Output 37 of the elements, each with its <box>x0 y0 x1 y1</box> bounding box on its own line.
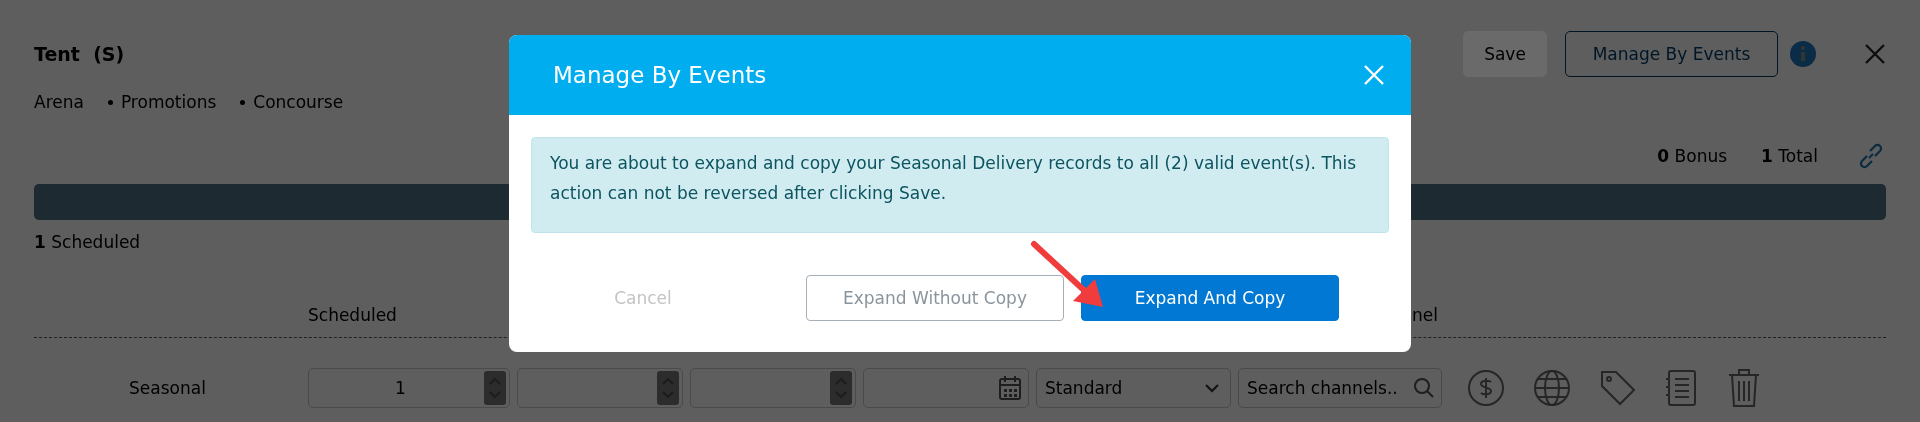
quantity-field[interactable]: 1 <box>308 368 510 408</box>
spinner-icon[interactable] <box>657 371 679 405</box>
page-title: Tent (S) <box>34 43 126 65</box>
scheduled-count: 1 Scheduled <box>34 232 142 254</box>
expand-and-copy-button[interactable]: Expand And Copy <box>1081 275 1339 321</box>
trash-icon[interactable] <box>1727 368 1761 408</box>
summary-stat: 0 Bonus <box>1657 146 1728 166</box>
chevron-down-icon <box>1204 383 1220 393</box>
cancel-button[interactable]: Cancel <box>587 275 699 321</box>
alert-message: You are about to expand and copy your Seasonal Delivery records to all (2) valid event(s). This action can not be reversed after clicking Save. <box>531 137 1389 233</box>
calendar-icon[interactable] <box>998 375 1022 401</box>
dollar-icon[interactable] <box>1467 369 1505 407</box>
spinner-icon[interactable] <box>484 371 506 405</box>
date-field[interactable] <box>863 368 1029 408</box>
summary-stat: 1 Total <box>1761 146 1818 166</box>
column-header: nel <box>1412 305 1438 325</box>
row-label: Seasonal <box>128 378 207 398</box>
type-select[interactable]: Standard <box>1036 368 1231 408</box>
breadcrumb-item[interactable]: Concourse <box>240 92 344 112</box>
search-icon <box>1413 377 1435 399</box>
manage-events-button[interactable]: Manage By Events <box>1565 31 1778 77</box>
info-icon[interactable] <box>1790 41 1816 67</box>
link-icon[interactable] <box>1858 143 1884 169</box>
expand-without-copy-button[interactable]: Expand Without Copy <box>806 275 1064 321</box>
column-header: Scheduled <box>308 305 398 325</box>
save-button[interactable]: Save <box>1463 31 1547 77</box>
tag-icon[interactable] <box>1599 369 1637 407</box>
number-field[interactable] <box>690 368 856 408</box>
close-icon[interactable] <box>1864 43 1886 65</box>
channel-search-field[interactable]: Search channels.. <box>1238 368 1442 408</box>
breadcrumb-item[interactable]: Promotions <box>107 92 217 112</box>
modal-title: Manage By Events <box>553 62 768 88</box>
list-icon[interactable] <box>1665 369 1699 407</box>
globe-icon[interactable] <box>1533 369 1571 407</box>
breadcrumb-item[interactable]: Arena <box>34 92 84 112</box>
spinner-icon[interactable] <box>830 371 852 405</box>
number-field[interactable] <box>517 368 683 408</box>
